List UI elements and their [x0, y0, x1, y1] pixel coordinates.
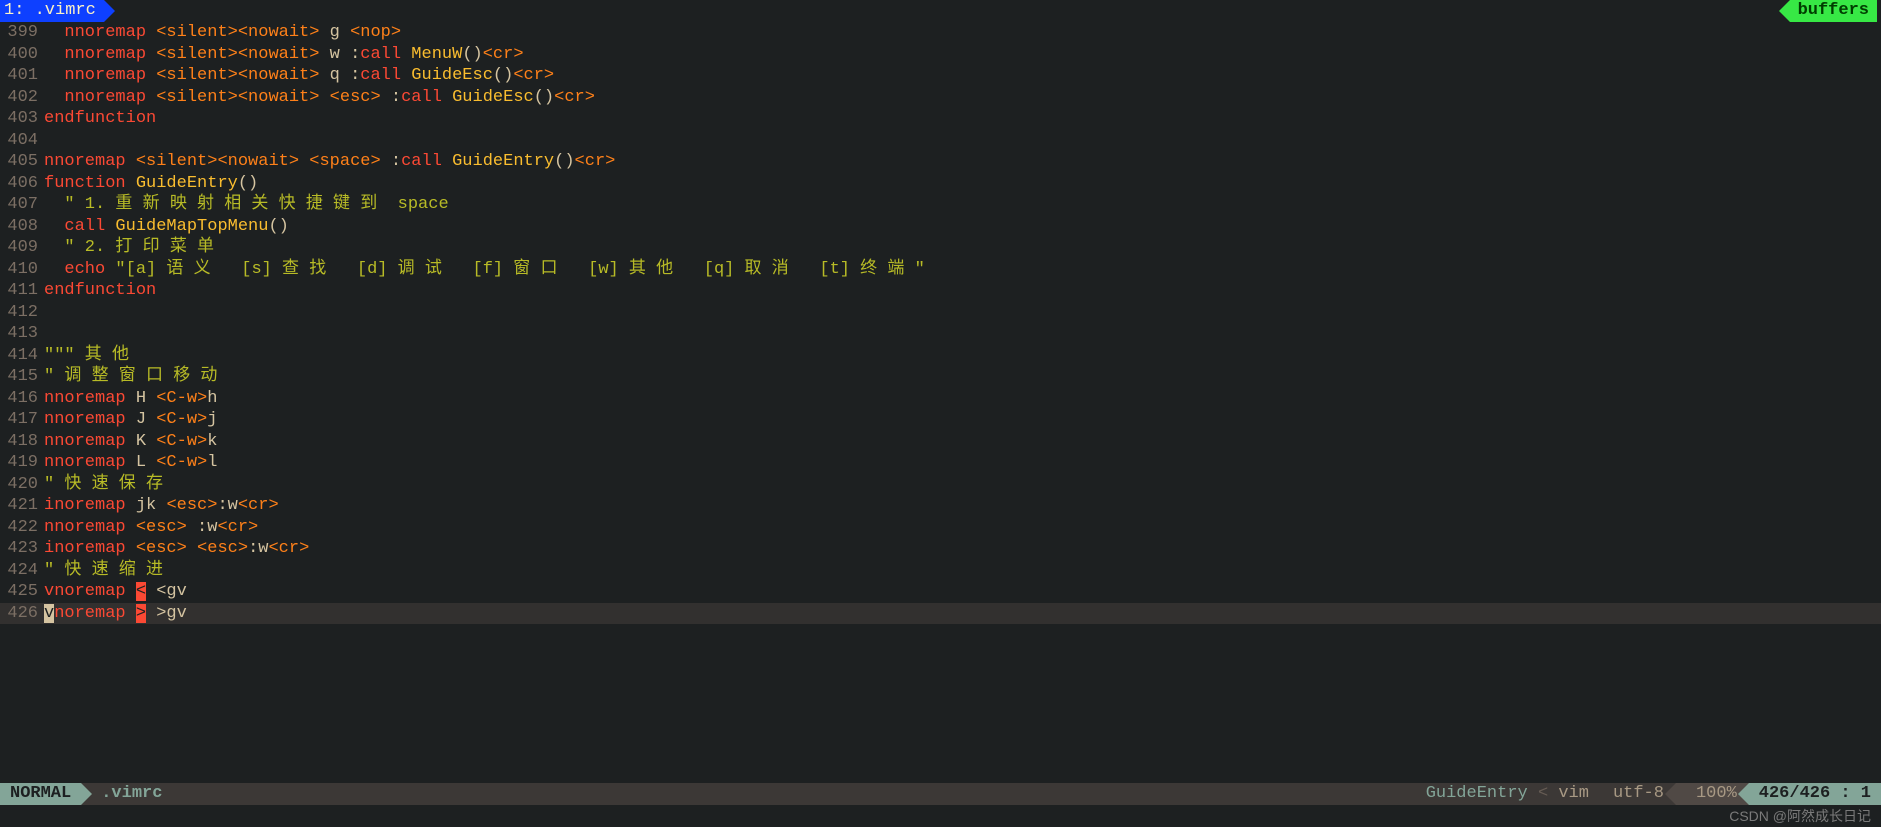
line-number: 422 — [0, 517, 44, 539]
code-content[interactable]: " 调 整 窗 口 移 动 — [44, 366, 1881, 388]
code-content[interactable]: nnoremap <silent><nowait> g <nop> — [44, 22, 1881, 44]
code-line[interactable]: 405nnoremap <silent><nowait> <space> :ca… — [0, 151, 1881, 173]
code-line[interactable]: 422nnoremap <esc> :w<cr> — [0, 517, 1881, 539]
code-content[interactable]: " 2. 打 印 菜 单 — [44, 237, 1881, 259]
line-number: 424 — [0, 560, 44, 582]
line-number: 421 — [0, 495, 44, 517]
editor[interactable]: 399 nnoremap <silent><nowait> g <nop>400… — [0, 22, 1881, 624]
line-number: 426 — [0, 603, 44, 625]
code-line[interactable]: 423inoremap <esc> <esc>:w<cr> — [0, 538, 1881, 560]
line-number: 411 — [0, 280, 44, 302]
code-line[interactable]: 419nnoremap L <C-w>l — [0, 452, 1881, 474]
code-content[interactable]: nnoremap K <C-w>k — [44, 431, 1881, 453]
code-line[interactable]: 412 — [0, 302, 1881, 324]
code-line[interactable]: 402 nnoremap <silent><nowait> <esc> :cal… — [0, 87, 1881, 109]
line-number: 415 — [0, 366, 44, 388]
context-indicator: GuideEntry < vim — [1414, 783, 1601, 805]
code-content[interactable]: vnoremap < <gv — [44, 581, 1881, 603]
code-line[interactable]: 426vnoremap > >gv — [0, 603, 1881, 625]
code-content[interactable]: " 快 速 缩 进 — [44, 560, 1881, 582]
line-number: 412 — [0, 302, 44, 324]
code-line[interactable]: 414""" 其 他 — [0, 345, 1881, 367]
line-number: 408 — [0, 216, 44, 238]
line-number: 406 — [0, 173, 44, 195]
code-content[interactable]: """ 其 他 — [44, 345, 1881, 367]
code-content[interactable]: nnoremap J <C-w>j — [44, 409, 1881, 431]
line-number: 399 — [0, 22, 44, 44]
code-line[interactable]: 406function GuideEntry() — [0, 173, 1881, 195]
mode-indicator: NORMAL — [0, 783, 81, 805]
code-content[interactable]: echo "[a] 语 义 [s] 查 找 [d] 调 试 [f] 窗 口 [w… — [44, 259, 1881, 281]
code-line[interactable]: 416nnoremap H <C-w>h — [0, 388, 1881, 410]
code-content[interactable]: nnoremap <silent><nowait> <esc> :call Gu… — [44, 87, 1881, 109]
line-number: 417 — [0, 409, 44, 431]
code-line[interactable]: 400 nnoremap <silent><nowait> w :call Me… — [0, 44, 1881, 66]
code-content[interactable] — [44, 130, 1881, 152]
line-number: 419 — [0, 452, 44, 474]
tab-vimrc[interactable]: 1: .vimrc — [0, 0, 104, 22]
watermark: CSDN @阿然成长日记 — [1729, 807, 1871, 825]
line-number: 409 — [0, 237, 44, 259]
code-line[interactable]: 421inoremap jk <esc>:w<cr> — [0, 495, 1881, 517]
code-line[interactable]: 410 echo "[a] 语 义 [s] 查 找 [d] 调 试 [f] 窗 … — [0, 259, 1881, 281]
position-indicator: 426/426 : 1 — [1749, 783, 1881, 805]
line-number: 400 — [0, 44, 44, 66]
code-line[interactable]: 425vnoremap < <gv — [0, 581, 1881, 603]
line-number: 416 — [0, 388, 44, 410]
code-content[interactable]: nnoremap <silent><nowait> <space> :call … — [44, 151, 1881, 173]
code-content[interactable]: nnoremap <silent><nowait> q :call GuideE… — [44, 65, 1881, 87]
line-number: 401 — [0, 65, 44, 87]
code-content[interactable]: " 快 速 保 存 — [44, 474, 1881, 496]
code-content[interactable]: function GuideEntry() — [44, 173, 1881, 195]
code-line[interactable]: 409 " 2. 打 印 菜 单 — [0, 237, 1881, 259]
code-line[interactable]: 415" 调 整 窗 口 移 动 — [0, 366, 1881, 388]
code-content[interactable]: endfunction — [44, 108, 1881, 130]
code-content[interactable]: inoremap jk <esc>:w<cr> — [44, 495, 1881, 517]
line-number: 418 — [0, 431, 44, 453]
buffers-label[interactable]: buffers — [1790, 0, 1877, 22]
filename-indicator: .vimrc — [81, 783, 172, 805]
code-content[interactable]: inoremap <esc> <esc>:w<cr> — [44, 538, 1881, 560]
code-content[interactable]: vnoremap > >gv — [44, 603, 1881, 625]
line-number: 402 — [0, 87, 44, 109]
code-line[interactable]: 424" 快 速 缩 进 — [0, 560, 1881, 582]
code-line[interactable]: 408 call GuideMapTopMenu() — [0, 216, 1881, 238]
code-content[interactable]: nnoremap <esc> :w<cr> — [44, 517, 1881, 539]
code-content[interactable] — [44, 323, 1881, 345]
code-content[interactable]: nnoremap L <C-w>l — [44, 452, 1881, 474]
line-number: 414 — [0, 345, 44, 367]
code-content[interactable]: nnoremap H <C-w>h — [44, 388, 1881, 410]
line-number: 405 — [0, 151, 44, 173]
code-content[interactable]: " 1. 重 新 映 射 相 关 快 捷 键 到 space — [44, 194, 1881, 216]
statusline: NORMAL .vimrc GuideEntry < vim utf-8 100… — [0, 783, 1881, 805]
tabline: 1: .vimrc buffers — [0, 0, 1881, 22]
code-line[interactable]: 407 " 1. 重 新 映 射 相 关 快 捷 键 到 space — [0, 194, 1881, 216]
code-content[interactable] — [44, 302, 1881, 324]
code-line[interactable]: 403endfunction — [0, 108, 1881, 130]
code-content[interactable]: nnoremap <silent><nowait> w :call MenuW(… — [44, 44, 1881, 66]
line-number: 407 — [0, 194, 44, 216]
code-content[interactable]: endfunction — [44, 280, 1881, 302]
code-content[interactable]: call GuideMapTopMenu() — [44, 216, 1881, 238]
line-number: 410 — [0, 259, 44, 281]
line-number: 423 — [0, 538, 44, 560]
tab-left: 1: .vimrc — [0, 0, 104, 22]
code-line[interactable]: 413 — [0, 323, 1881, 345]
code-line[interactable]: 401 nnoremap <silent><nowait> q :call Gu… — [0, 65, 1881, 87]
code-line[interactable]: 420" 快 速 保 存 — [0, 474, 1881, 496]
line-number: 425 — [0, 581, 44, 603]
code-line[interactable]: 399 nnoremap <silent><nowait> g <nop> — [0, 22, 1881, 44]
line-number: 413 — [0, 323, 44, 345]
code-line[interactable]: 418nnoremap K <C-w>k — [0, 431, 1881, 453]
line-number: 404 — [0, 130, 44, 152]
line-number: 403 — [0, 108, 44, 130]
line-number: 420 — [0, 474, 44, 496]
code-line[interactable]: 404 — [0, 130, 1881, 152]
code-line[interactable]: 417nnoremap J <C-w>j — [0, 409, 1881, 431]
code-line[interactable]: 411endfunction — [0, 280, 1881, 302]
